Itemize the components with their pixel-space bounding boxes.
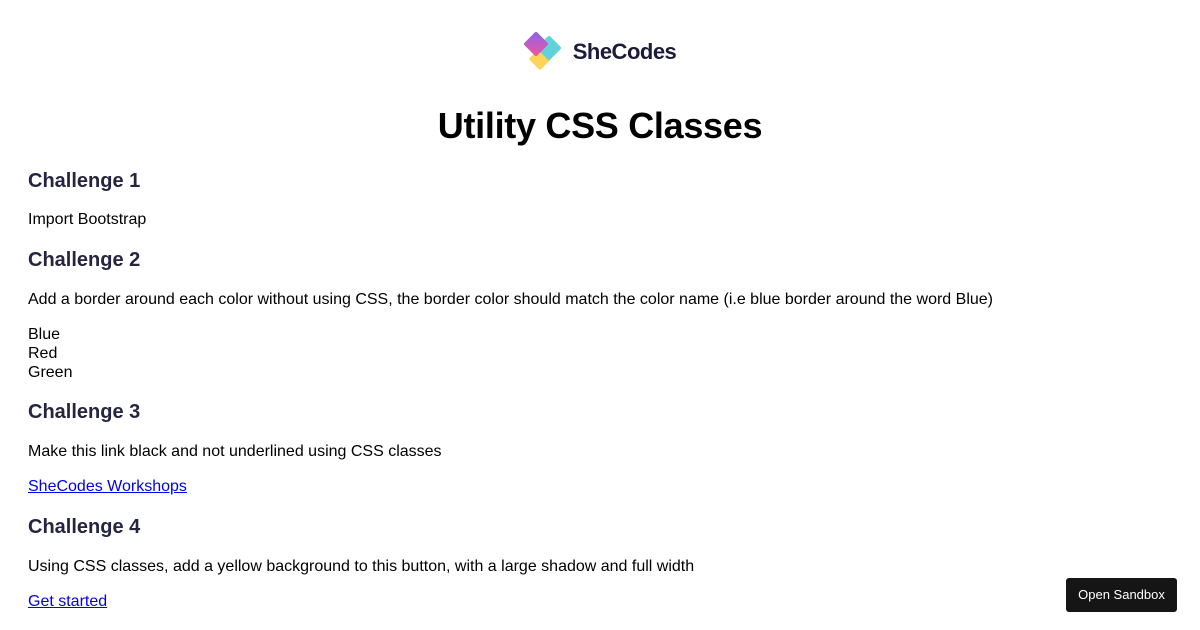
challenge-4-heading: Challenge 4 [28,516,141,538]
color-green: Green [28,364,73,381]
get-started-link[interactable]: Get started [28,592,107,611]
challenge-3-heading: Challenge 3 [28,401,141,423]
logo-text: SheCodes [572,39,677,64]
color-blue: Blue [28,326,61,343]
challenge-1-heading: Challenge 1 [28,170,141,192]
open-sandbox-button[interactable]: Open Sandbox [1066,578,1177,612]
shecodes-logo: SheCodes [523,29,677,73]
challenge-2-description: Add a border around each color without u… [28,291,993,308]
challenge-1-description: Import Bootstrap [28,211,147,228]
header: SheCodes [0,29,1200,73]
challenge-3-description: Make this link black and not underlined … [28,443,442,460]
page-title: Utility CSS Classes [437,105,763,146]
shecodes-logo-icon [523,32,561,70]
color-red: Red [28,345,58,362]
page: SheCodes Utility CSS Classes Challenge 1… [0,0,1200,630]
shecodes-workshops-link[interactable]: SheCodes Workshops [28,477,187,496]
challenge-2-heading: Challenge 2 [28,249,141,271]
challenge-4-description: Using CSS classes, add a yellow backgrou… [28,558,695,575]
